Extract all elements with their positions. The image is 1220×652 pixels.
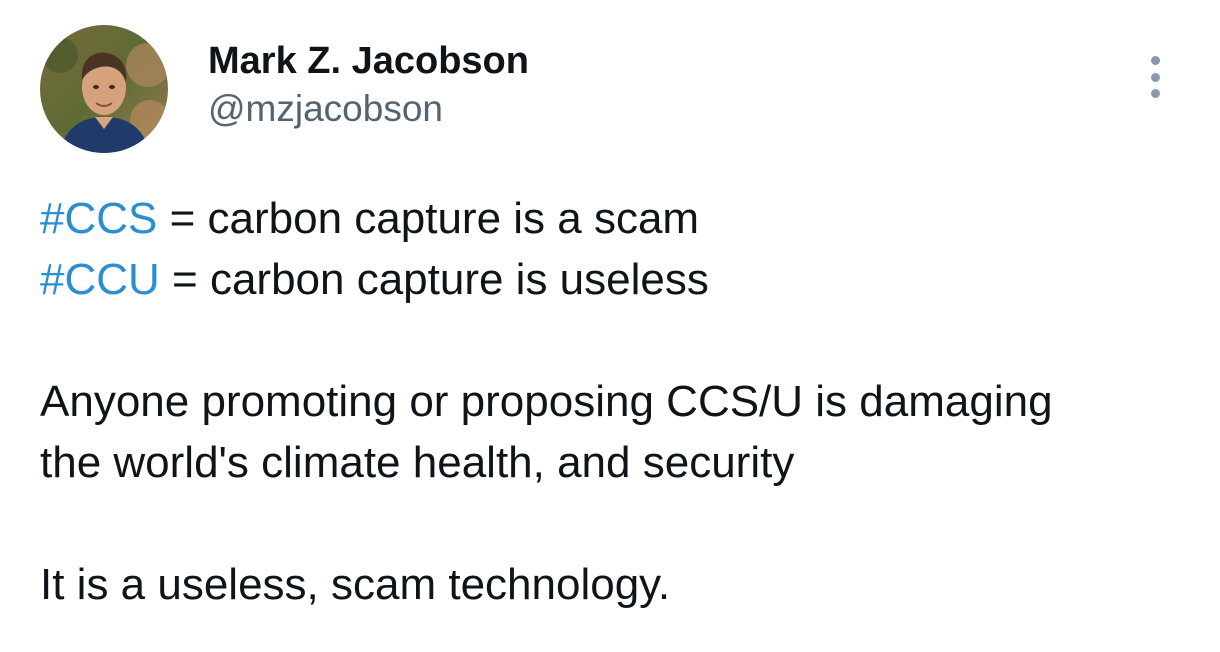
tweet-line: Anyone promoting or proposing CCS/U is d… xyxy=(40,377,1053,426)
tweet-text: #CCS = carbon capture is a scam #CCU = c… xyxy=(40,188,1053,615)
author-name[interactable]: Mark Z. Jacobson xyxy=(208,40,529,83)
more-dot xyxy=(1150,72,1160,82)
author-handle[interactable]: @mzjacobson xyxy=(208,88,443,130)
tweet-line-text: = carbon capture is useless xyxy=(159,255,709,304)
tweet-line: It is a useless, scam technology. xyxy=(40,560,671,609)
tweet-line: #CCU = carbon capture is useless xyxy=(40,249,1053,310)
tweet-line: #CCS = carbon capture is a scam xyxy=(40,188,1053,249)
tweet-line: the world's climate health, and security xyxy=(40,438,795,487)
more-vertical-icon[interactable] xyxy=(1138,54,1172,100)
avatar-image xyxy=(40,25,168,153)
tweet-line-text: = carbon capture is a scam xyxy=(157,194,700,243)
more-dot xyxy=(1150,56,1160,65)
more-dot xyxy=(1150,89,1160,98)
hashtag-link[interactable]: #CCU xyxy=(40,255,160,304)
avatar[interactable] xyxy=(40,25,168,153)
hashtag-link[interactable]: #CCS xyxy=(40,194,157,243)
